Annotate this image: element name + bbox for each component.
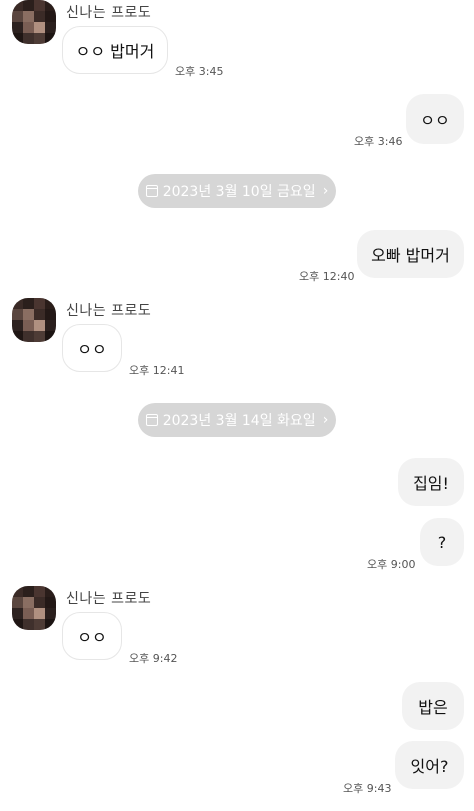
message-bubble-incoming[interactable]: ㅇㅇ [62,324,122,372]
message-bubble-outgoing[interactable]: 밥은 [402,682,464,730]
sender-name: 신나는 프로도 [66,591,152,607]
message-time: 오후 9:42 [129,652,178,665]
sender-name: 신나는 프로도 [66,303,152,319]
calendar-icon [145,185,158,197]
calendar-icon [145,414,158,426]
message-time: 오후 3:45 [175,65,224,78]
message-time: 오후 9:00 [367,558,416,571]
message-bubble-outgoing[interactable]: 집임! [398,458,464,506]
date-divider-label: 2023년 3월 14일 화요일 [162,413,316,429]
message-bubble-outgoing[interactable]: ? [420,518,464,566]
date-divider-label: 2023년 3월 10일 금요일 [162,184,316,200]
avatar[interactable] [12,586,56,630]
message-time: 오후 9:43 [343,782,392,795]
message-bubble-incoming[interactable]: ㅇㅇ 밥머거 [62,26,168,74]
sender-name: 신나는 프로도 [66,5,152,21]
message-bubble-outgoing[interactable]: 오빠 밥머거 [357,230,464,278]
avatar[interactable] [12,298,56,342]
date-divider[interactable]: 2023년 3월 10일 금요일 › [138,174,336,208]
message-time: 오후 3:46 [354,135,403,148]
message-time: 오후 12:41 [129,364,185,377]
date-divider[interactable]: 2023년 3월 14일 화요일 › [138,403,336,437]
message-bubble-outgoing[interactable]: 잇어? [395,741,464,789]
avatar[interactable] [12,0,56,44]
chevron-right-icon: › [322,412,329,428]
chevron-right-icon: › [322,183,329,199]
message-bubble-outgoing[interactable]: ㅇㅇ [406,94,464,144]
message-time: 오후 12:40 [299,270,355,283]
message-bubble-incoming[interactable]: ㅇㅇ [62,612,122,660]
